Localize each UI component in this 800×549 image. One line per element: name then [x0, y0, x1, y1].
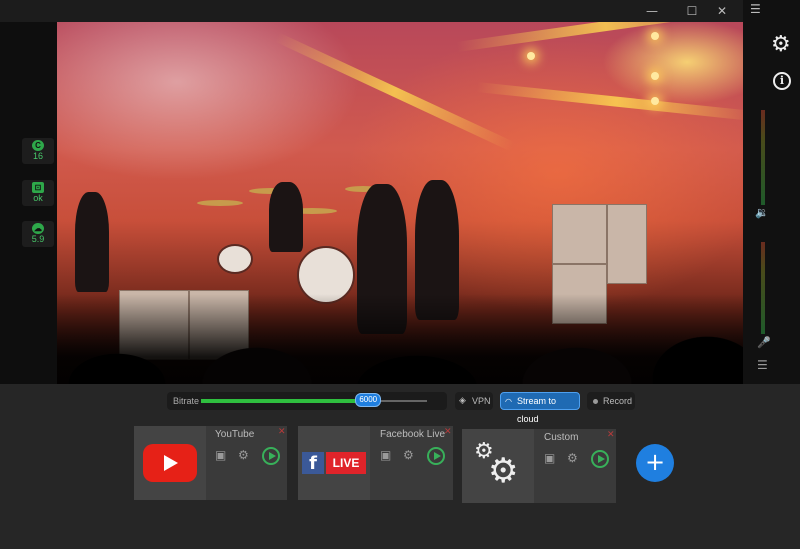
light-beam — [476, 82, 743, 122]
facebook-live-logo: f LIVE — [298, 426, 370, 500]
record-label: Record — [603, 396, 633, 406]
amplifier — [552, 204, 607, 264]
bitrate-label: Bitrate — [173, 396, 200, 406]
shield-icon: ◈ — [459, 396, 466, 406]
list-icon[interactable]: ☰ — [757, 358, 768, 372]
close-icon[interactable]: ✕ — [444, 428, 452, 437]
gear-icon[interactable]: ⚙ — [567, 451, 578, 465]
musician — [269, 182, 303, 252]
light-beam — [456, 22, 743, 52]
account-icon[interactable]: ▣ — [380, 448, 391, 462]
account-icon[interactable]: ▣ — [215, 448, 226, 462]
stream-to-cloud-toggle[interactable]: ◠ Stream to cloud — [500, 392, 580, 424]
destination-name: Facebook Live — [380, 429, 446, 440]
stream-to-cloud-label: Stream to cloud — [517, 396, 557, 424]
close-icon[interactable]: ✕ — [278, 428, 286, 437]
gear-icon[interactable]: ⚙ — [403, 448, 414, 462]
custom-logo: ⚙ ⚙ — [462, 429, 534, 503]
minimize-icon[interactable]: — — [642, 2, 662, 20]
upload-status: ☁ 5.9 — [22, 221, 54, 247]
stage-light — [527, 52, 535, 60]
gear-icon[interactable]: ⚙ — [238, 448, 249, 462]
bitrate-track[interactable]: 6000 — [201, 393, 427, 407]
play-icon — [598, 455, 605, 463]
cpu-icon: C — [32, 140, 44, 151]
status-column: C 16 ⊡ ok ☁ 5.9 — [0, 22, 57, 384]
cloud-upload-icon: ☁ — [32, 223, 44, 234]
play-icon — [269, 452, 276, 460]
record-dot-icon — [593, 399, 598, 404]
play-icon — [164, 455, 178, 471]
vpn-toggle[interactable]: ◈ VPN — [455, 392, 493, 410]
destination-card-custom[interactable]: ⚙ ⚙ Custom ✕ ▣ ⚙ — [462, 429, 616, 503]
audio-meter-output — [761, 110, 765, 205]
musician — [75, 192, 109, 292]
crowd — [57, 294, 743, 384]
settings-icon[interactable]: ⚙ — [771, 32, 791, 57]
amplifier — [607, 204, 647, 284]
volume-icon[interactable]: 🔉 — [755, 206, 769, 219]
connection-status: ⊡ ok — [22, 180, 54, 206]
start-stream-button[interactable] — [262, 447, 280, 465]
network-icon: ⊡ — [32, 182, 44, 193]
close-icon[interactable]: ✕ — [712, 2, 732, 20]
add-destination-button[interactable]: + — [636, 444, 674, 482]
bitrate-fill — [201, 399, 369, 403]
start-stream-button[interactable] — [591, 450, 609, 468]
mic-icon[interactable]: 🎤 — [757, 336, 771, 349]
youtube-icon — [143, 444, 197, 482]
destination-card-facebook-live[interactable]: f LIVE Facebook Live ✕ ▣ ⚙ — [298, 426, 453, 500]
cpu-status: C 16 — [22, 138, 54, 164]
vpn-label: VPN — [472, 396, 491, 406]
menu-icon[interactable]: ☰ — [750, 2, 761, 16]
right-toolbar: ☰ ⚙ i 🔉 🎤 ☰ — [743, 0, 800, 384]
cymbal — [197, 200, 243, 206]
wifi-icon: ◠ — [505, 397, 512, 406]
stage-light — [651, 72, 659, 80]
destination-name: Custom — [544, 432, 579, 443]
tom-drum — [217, 244, 253, 274]
cpu-value: 16 — [32, 151, 43, 161]
play-icon — [434, 452, 441, 460]
upload-value: 5.9 — [31, 234, 45, 244]
bitrate-control[interactable]: Bitrate 6000 — [167, 392, 447, 410]
connection-value: ok — [33, 193, 43, 203]
stage-light — [651, 32, 659, 40]
info-icon[interactable]: i — [773, 72, 791, 90]
facebook-icon: f — [302, 452, 324, 474]
account-icon[interactable]: ▣ — [544, 451, 555, 465]
destination-card-youtube[interactable]: YouTube ✕ ▣ ⚙ — [134, 426, 287, 500]
destination-name: YouTube — [215, 429, 255, 440]
close-icon[interactable]: ✕ — [607, 431, 615, 440]
gear-icon: ⚙ — [488, 451, 519, 491]
youtube-logo — [134, 426, 206, 500]
title-bar: — ☐ ✕ — [0, 0, 800, 22]
live-badge: LIVE — [326, 452, 366, 474]
start-stream-button[interactable] — [427, 447, 445, 465]
record-toggle[interactable]: Record — [587, 392, 635, 410]
maximize-icon[interactable]: ☐ — [682, 2, 702, 20]
stage-light — [651, 97, 659, 105]
audio-meter-input — [761, 242, 765, 334]
camera-preview[interactable] — [57, 22, 743, 384]
bitrate-slider-thumb[interactable]: 6000 — [355, 393, 382, 407]
streaming-app: — ☐ ✕ C 16 ⊡ ok ☁ 5.9 ☰ ⚙ i 🔉 🎤 ☰ Bitrat… — [0, 0, 800, 549]
